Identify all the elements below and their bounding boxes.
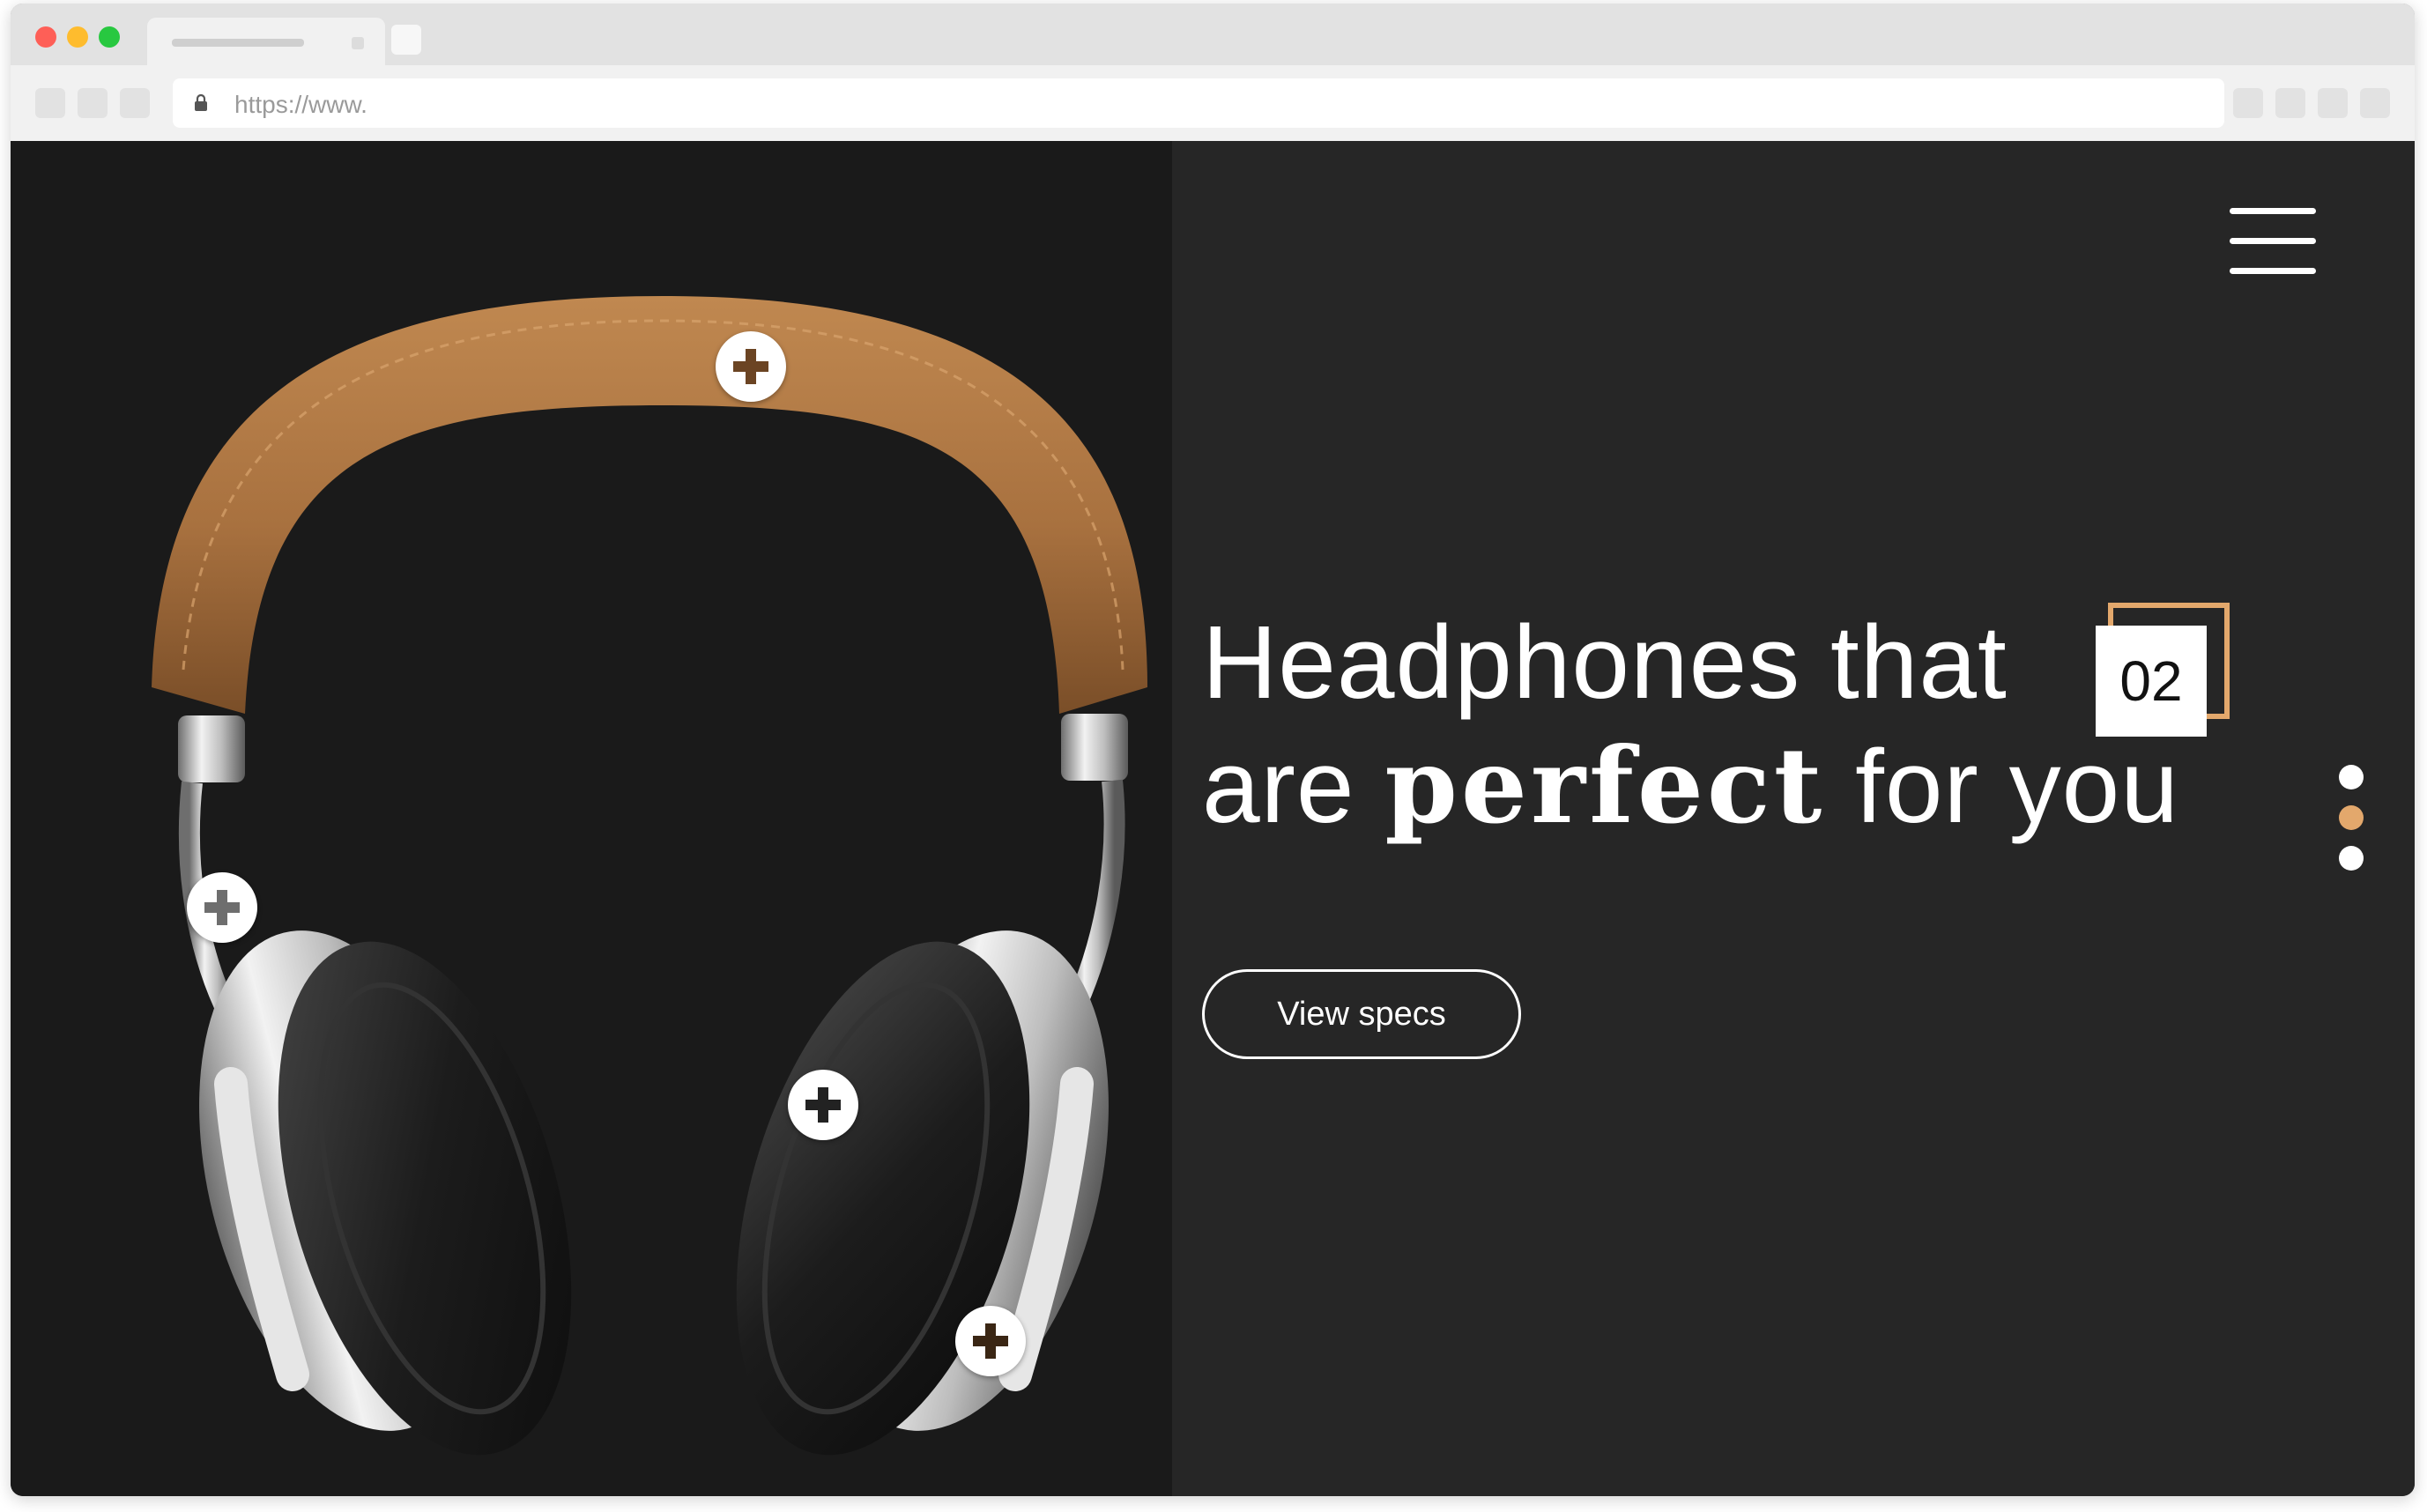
maximize-window-button[interactable] [99, 26, 120, 48]
extension-button-3[interactable] [2318, 88, 2348, 118]
hotspot-headband[interactable] [716, 331, 786, 402]
extension-button-2[interactable] [2275, 88, 2305, 118]
headphones-image [152, 296, 1147, 1456]
extension-button-4[interactable] [2360, 88, 2390, 118]
url-text: https://www. [234, 91, 367, 118]
pager-dot-3[interactable] [2339, 846, 2364, 871]
tab-strip [11, 4, 2415, 65]
back-button[interactable] [35, 88, 65, 118]
pager-dot-1[interactable] [2339, 765, 2364, 789]
reload-button[interactable] [120, 88, 150, 118]
hotspot-slider[interactable] [187, 872, 257, 943]
pager-dot-2-active[interactable] [2339, 805, 2364, 830]
browser-tab[interactable] [147, 18, 385, 65]
hotspot-earcup[interactable] [955, 1306, 1026, 1376]
tab-title-placeholder [172, 39, 304, 47]
slide-number: 02 [2096, 626, 2207, 737]
plus-icon [973, 1323, 1008, 1359]
view-specs-button[interactable]: View specs [1202, 969, 1521, 1059]
new-tab-button[interactable] [391, 25, 421, 55]
headline-text: are [1202, 729, 1385, 845]
plus-icon [204, 890, 240, 925]
address-bar[interactable]: https://www. [173, 78, 2224, 128]
forward-button[interactable] [78, 88, 108, 118]
minimize-window-button[interactable] [67, 26, 88, 48]
browser-chrome: https://www. [11, 4, 2415, 141]
extension-button-1[interactable] [2233, 88, 2263, 118]
lock-icon [195, 94, 207, 111]
plus-icon [733, 349, 768, 384]
close-window-button[interactable] [35, 26, 56, 48]
hotspot-ear-cushion[interactable] [788, 1070, 858, 1140]
headline-emphasis: perfect [1384, 724, 1826, 847]
plus-icon [805, 1087, 841, 1123]
headline-line-2: are perfect for you [1202, 724, 2179, 849]
hero-headline: Headphones that are perfect for you [1202, 601, 2179, 849]
tab-close-icon[interactable] [352, 37, 364, 49]
headline-line-1: Headphones that [1202, 604, 2008, 721]
headline-text: for you [1825, 729, 2179, 845]
product-image-panel [11, 141, 1172, 1496]
hamburger-menu-icon[interactable] [2230, 208, 2316, 275]
